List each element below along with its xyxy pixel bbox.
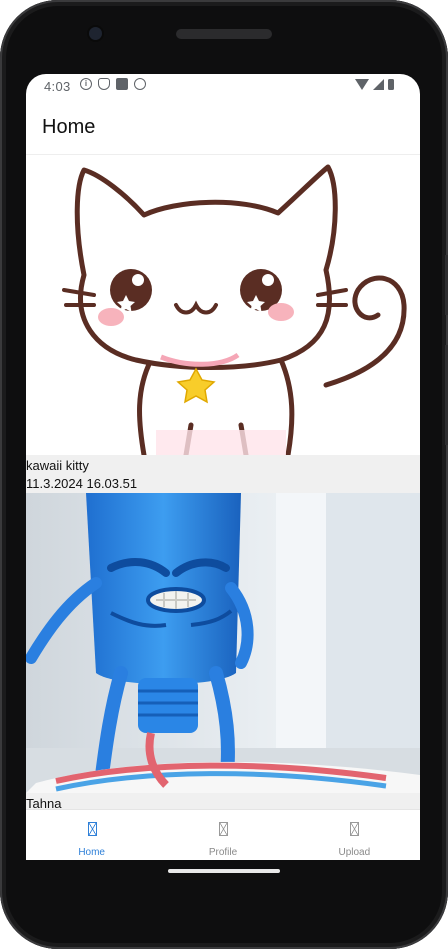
upload-icon (350, 822, 360, 836)
status-bar: 4:03 i (26, 74, 420, 100)
home-icon (87, 822, 97, 836)
post-card[interactable]: kawaii kitty 11.3.2024 16.03.51 (26, 155, 420, 493)
earpiece-speaker (176, 29, 272, 39)
post-caption: Tahna (26, 796, 62, 809)
tab-label: Upload (338, 847, 371, 858)
post-meta: Tahna (26, 793, 420, 809)
sd-card-icon (116, 78, 128, 90)
angry-toothpaste-image[interactable] (26, 493, 420, 793)
page-title: Home (42, 116, 96, 138)
android-icon (134, 78, 146, 90)
info-icon: i (80, 78, 92, 90)
tab-label: Profile (208, 847, 238, 858)
profile-icon (218, 822, 228, 836)
tab-home[interactable]: Home (26, 810, 157, 860)
status-time: 4:03 (44, 79, 71, 94)
tab-upload[interactable]: Upload (289, 810, 420, 860)
home-indicator[interactable] (168, 869, 280, 873)
post-card[interactable]: Tahna (26, 493, 420, 809)
post-timestamp: 11.3.2024 16.03.51 (26, 476, 138, 491)
kawaii-kitty-image[interactable] (26, 155, 420, 455)
app-screen: 4:03 i Home kawaii kitty 11.3.2024 16.03… (26, 74, 420, 860)
front-camera (89, 27, 102, 40)
app-bar: Home (26, 100, 420, 155)
bottom-tab-bar: Home Profile Upload (26, 809, 420, 860)
tab-label: Home (78, 847, 105, 858)
cell-signal-icon (373, 79, 384, 90)
shield-icon (98, 78, 110, 90)
post-caption: kawaii kitty (26, 458, 89, 473)
battery-icon (388, 79, 394, 90)
post-meta: kawaii kitty 11.3.2024 16.03.51 (26, 455, 420, 493)
phone-frame: 4:03 i Home kawaii kitty 11.3.2024 16.03… (0, 0, 448, 949)
wifi-icon (355, 79, 369, 90)
tab-profile[interactable]: Profile (157, 810, 288, 860)
post-feed[interactable]: kawaii kitty 11.3.2024 16.03.51 Tahna (26, 155, 420, 809)
